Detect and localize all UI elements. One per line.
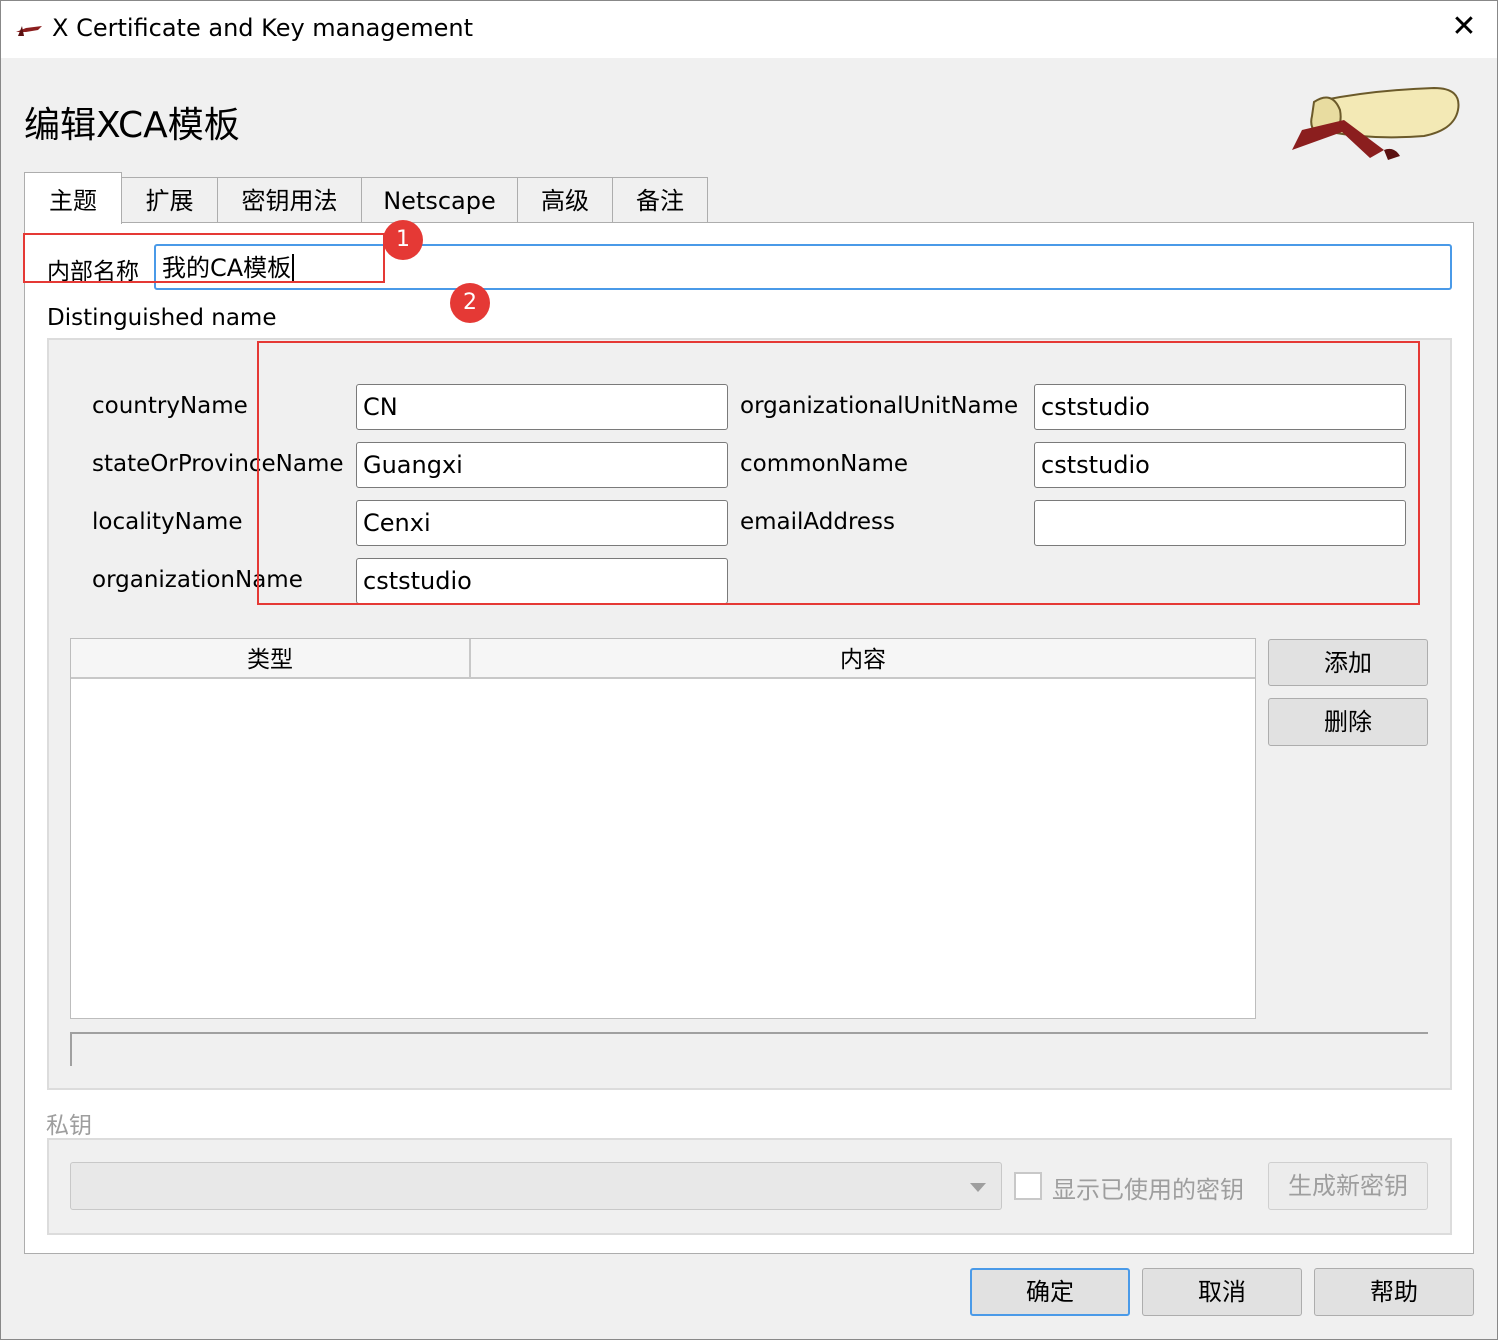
close-icon[interactable]: ✕ (1448, 12, 1480, 44)
tab-advanced[interactable]: 高级 (517, 177, 613, 223)
help-button[interactable]: 帮助 (1314, 1268, 1474, 1316)
locality-name-label: localityName (92, 509, 243, 535)
dn-group-title: Distinguished name (47, 305, 277, 331)
tab-comments[interactable]: 备注 (612, 177, 708, 223)
cancel-button[interactable]: 取消 (1142, 1268, 1302, 1316)
dn-status-field (70, 1032, 1428, 1066)
table-header-content[interactable]: 内容 (471, 639, 1255, 679)
delete-button[interactable]: 删除 (1268, 698, 1428, 746)
tab-netscape[interactable]: Netscape (361, 177, 518, 223)
show-used-keys-label: 显示已使用的密钥 (1052, 1176, 1244, 1204)
tab-key-usage[interactable]: 密钥用法 (217, 177, 362, 223)
annotation-badge-2: 2 (450, 283, 490, 323)
annotation-box-1 (23, 233, 385, 283)
show-used-keys-checkbox[interactable] (1014, 1172, 1042, 1200)
chevron-down-icon (970, 1183, 986, 1192)
annotation-box-2 (257, 341, 1420, 605)
annotation-badge-1: 1 (383, 220, 423, 260)
generate-key-button[interactable]: 生成新密钥 (1268, 1162, 1428, 1210)
dialog-heading: 编辑XCA模板 (24, 105, 240, 146)
country-name-label: countryName (92, 393, 248, 419)
ok-button[interactable]: 确定 (970, 1268, 1130, 1316)
table-header-type[interactable]: 类型 (71, 639, 471, 679)
window-title: X Certificate and Key management (52, 14, 474, 42)
dn-extra-table[interactable]: 类型 内容 (70, 638, 1256, 1019)
private-key-group-title: 私钥 (46, 1113, 92, 1139)
add-button[interactable]: 添加 (1268, 639, 1428, 686)
scroll-logo-icon (1292, 86, 1460, 160)
app-icon (16, 26, 42, 36)
tab-subject[interactable]: 主题 (24, 172, 122, 224)
tab-extensions[interactable]: 扩展 (121, 177, 218, 223)
private-key-select[interactable] (70, 1162, 1002, 1210)
